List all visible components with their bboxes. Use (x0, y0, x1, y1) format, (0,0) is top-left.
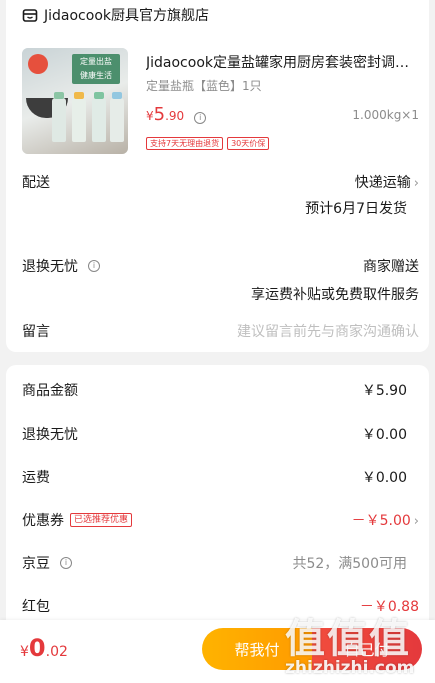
coupon-label: 优惠券 已选推荐优惠 (22, 510, 133, 530)
bottle-graphic (110, 92, 124, 142)
returns-label: 退换无忧 i (22, 256, 100, 276)
product-spec: 定量盐瓶【蓝色】1只 (146, 79, 262, 93)
total-price: ¥ 0 .02 (20, 634, 68, 662)
store-name[interactable]: Jidaocook厨具官方旗舰店 (44, 5, 209, 25)
product-title[interactable]: Jidaocook定量盐罐家用厨房套装密封调料盒 (146, 52, 416, 72)
product-image[interactable]: 定量出盐 健康生活 (22, 48, 128, 154)
promo-sticker (28, 54, 48, 74)
service-tags: 支持7天无理由退货 30天价保 (146, 137, 270, 150)
delivery-method[interactable]: 快递运输 › (355, 172, 419, 192)
order-card: Jidaocook厨具官方旗舰店 定量出盐 健康生活 Jidaocook定量盐罐… (6, 0, 429, 352)
coupon-recommended-tag: 已选推荐优惠 (70, 513, 133, 527)
price-info-icon[interactable]: i (194, 112, 207, 124)
returns-info-icon[interactable]: i (88, 260, 100, 272)
returns-value: 商家赠送 (363, 259, 419, 275)
shipping-label: 运费 (22, 470, 50, 486)
product-badge: 定量出盐 健康生活 (72, 54, 120, 84)
goods-amount-value: ￥5.90 (361, 383, 407, 399)
message-label: 留言 (22, 324, 50, 340)
help-pay-button[interactable]: 帮我付 (202, 628, 312, 670)
bottle-graphic (72, 92, 86, 142)
jingdou-value[interactable]: 共52，满500可用 (292, 553, 407, 573)
pay-button[interactable]: 自己付 (312, 628, 422, 670)
store-row[interactable]: Jidaocook厨具官方旗舰店 (22, 6, 209, 24)
checkout-bar: ¥ 0 .02 帮我付 自己付 (0, 620, 435, 683)
returns-fee-value: ￥0.00 (361, 427, 407, 443)
chevron-right-icon: › (413, 176, 419, 191)
tag-price-protect: 30天价保 (227, 137, 270, 150)
delivery-eta: 预计6月7日发货 (305, 201, 407, 217)
redpacket-value[interactable]: －￥0.88 (360, 596, 419, 616)
returns-fee-label: 退换无忧 (22, 427, 78, 443)
store-icon (22, 9, 38, 22)
bottle-graphic (92, 92, 106, 142)
tag-return: 支持7天无理由退货 (146, 137, 224, 150)
bottle-graphic (52, 92, 66, 142)
product-price: ¥ 5 .90 i (146, 104, 207, 125)
jingdou-info-icon[interactable]: i (60, 557, 72, 569)
redpacket-label: 红包 (22, 599, 50, 615)
chevron-right-icon: › (413, 514, 419, 529)
product-quantity: 1.000kg×1 (352, 108, 419, 122)
delivery-label: 配送 (22, 175, 50, 191)
message-input[interactable]: 建议留言前先与商家沟通确认 (237, 321, 419, 341)
returns-detail: 享运费补贴或免费取件服务 (251, 287, 419, 303)
jingdou-label: 京豆 i (22, 553, 72, 573)
shipping-value: ￥0.00 (361, 470, 407, 486)
goods-amount-label: 商品金额 (22, 383, 78, 399)
coupon-value[interactable]: －￥5.00 › (352, 510, 419, 530)
